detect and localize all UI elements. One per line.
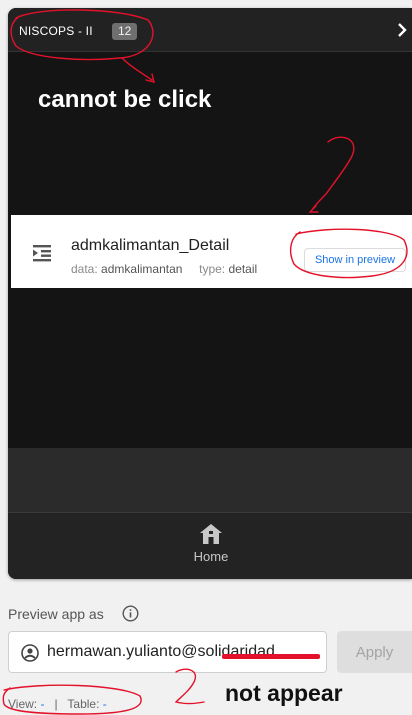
annotation-not-appear: not appear	[225, 680, 343, 706]
content-bottom-strip	[8, 448, 412, 512]
view-label: View:	[8, 697, 38, 711]
app-editor-preview: NISCOPS - II 12 admkalimantan_Detail dat…	[0, 0, 412, 715]
view-link[interactable]: -	[40, 697, 44, 711]
type-value: detail	[228, 262, 258, 276]
annotation-cannot-click: cannot be click	[38, 86, 212, 113]
detail-list-icon	[33, 245, 51, 262]
nav-home-label: Home	[193, 549, 229, 564]
app-header: NISCOPS - II 12	[8, 8, 412, 52]
bottom-nav: Home	[8, 512, 412, 579]
chevron-right-icon[interactable]	[395, 21, 409, 39]
count-badge: 12	[112, 23, 138, 40]
type-label: type:	[199, 262, 226, 276]
redaction-scribble	[222, 654, 320, 659]
table-label: Table:	[67, 697, 100, 711]
detail-title: admkalimantan_Detail	[71, 237, 230, 254]
preview-as-label: Preview app as	[8, 606, 104, 622]
view-table-status: View: - | Table: -	[8, 697, 107, 711]
data-label: data:	[71, 262, 98, 276]
nav-item-home[interactable]: Home	[185, 523, 237, 573]
detail-list-item[interactable]: admkalimantan_Detail data: admkalimantan…	[11, 215, 412, 288]
show-in-preview-button[interactable]: Show in preview	[304, 248, 406, 272]
annot-question-mark-bottom	[174, 668, 205, 705]
preview-email-field[interactable]: hermawan.yulianto@solidaridad	[8, 631, 327, 673]
data-value: admkalimantan	[101, 262, 183, 276]
separator: |	[54, 697, 58, 711]
apply-button[interactable]: Apply	[337, 631, 412, 673]
info-icon[interactable]	[122, 605, 139, 622]
app-name: NISCOPS - II	[19, 24, 93, 38]
table-link[interactable]: -	[103, 697, 107, 711]
home-icon	[200, 524, 222, 544]
detail-meta: data: admkalimantan type: detail	[71, 262, 257, 276]
account-circle-icon	[21, 644, 39, 662]
